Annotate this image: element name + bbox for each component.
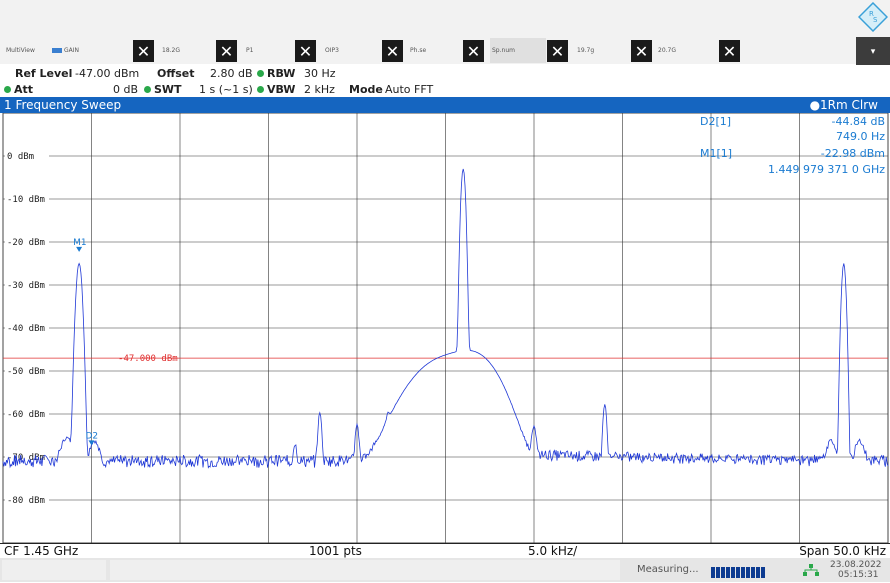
mode-label: Mode — [349, 83, 383, 96]
mode-value[interactable]: Auto FFT — [385, 83, 433, 96]
tab-spnum[interactable]: Sp.num — [490, 38, 546, 63]
rbw-label: RBW — [257, 67, 295, 80]
center-frequency[interactable]: CF 1.45 GHz — [4, 544, 78, 558]
y-tick-label: 0 dBm — [7, 152, 34, 162]
spectrum-plot[interactable]: 0 dBm -10 dBm -20 dBm -30 dBm -40 dBm -50 dBm… — [0, 113, 890, 543]
close-icon: ✕ — [136, 41, 151, 61]
vbw-value[interactable]: 2 kHz — [304, 83, 335, 96]
tab-19-7g[interactable]: 19.7g — [575, 38, 594, 63]
y-tick-label: -40 dBm — [7, 324, 45, 334]
offset-value[interactable]: 2.80 dB — [210, 67, 253, 80]
window-icon — [52, 48, 62, 53]
network-icon — [803, 564, 819, 576]
tab-label: 18.2G — [162, 47, 181, 54]
close-icon: ✕ — [219, 41, 234, 61]
marker-m1-name: M1[1] — [700, 147, 732, 160]
close-19-7g-button[interactable]: ✕ — [631, 40, 652, 62]
close-phase-button[interactable]: ✕ — [463, 40, 484, 62]
frequency-sweep-titlebar[interactable]: 1 Frequency Sweep ●1Rm Clrw — [0, 97, 890, 113]
marker-d2-label: D2 — [86, 431, 99, 441]
marker-d2-freq: 749.0 Hz — [836, 130, 885, 143]
sweep-points[interactable]: 1001 pts — [309, 544, 362, 558]
close-icon: ✕ — [634, 41, 649, 61]
tab-20-7g[interactable]: 20.7G — [656, 38, 676, 63]
tab-dropdown-button[interactable]: ▾ — [856, 37, 890, 65]
close-20-7g-button[interactable]: ✕ — [719, 40, 740, 62]
coupled-dot-icon — [257, 85, 264, 93]
display-line-label: -47.000 dBm — [118, 354, 178, 364]
per-division: 5.0 kHz/ — [528, 544, 578, 558]
close-icon: ✕ — [722, 41, 737, 61]
tab-label: 20.7G — [658, 47, 677, 54]
svg-text:S: S — [873, 16, 878, 24]
ref-level-value[interactable]: -47.00 dBm — [75, 67, 139, 80]
tab-label: P1 — [246, 47, 254, 54]
swt-label: SWT — [144, 83, 182, 96]
tab-label: OIP3 — [325, 47, 339, 54]
tab-oip3[interactable]: OIP3 — [323, 38, 339, 63]
y-tick-label: -20 dBm — [7, 238, 45, 248]
y-tick-label: -10 dBm — [7, 195, 45, 205]
top-toolbar: R S MultiView GAIN ✕ 18.2G ✕ P1 ✕ OIP3 ✕… — [0, 0, 890, 65]
measuring-status: Measuring... — [637, 564, 699, 575]
status-segment — [2, 560, 106, 580]
marker-d2-level: -44.84 dB — [832, 115, 886, 128]
close-gain-button[interactable]: ✕ — [133, 40, 154, 62]
ref-level-label: Ref Level — [15, 67, 73, 80]
att-value[interactable]: 0 dB — [113, 83, 138, 96]
marker-m1-level: -22.98 dBm — [821, 147, 885, 160]
close-icon: ✕ — [385, 41, 400, 61]
coupled-dot-icon — [4, 85, 11, 93]
marker-d2-name: D2[1] — [700, 115, 731, 128]
progress-bar — [711, 565, 767, 578]
close-icon: ✕ — [466, 41, 481, 61]
status-segment — [110, 560, 620, 580]
coupled-dot-icon — [257, 69, 264, 77]
tab-label: Ph.se — [410, 47, 427, 54]
tab-label: 19.7g — [577, 47, 595, 54]
x-axis-info-bar: CF 1.45 GHz 1001 pts 5.0 kHz/ Span 50.0 … — [0, 543, 890, 558]
close-icon: ✕ — [550, 41, 565, 61]
tab-label: Sp.num — [492, 47, 515, 54]
tab-multiview[interactable]: MultiView — [6, 38, 35, 63]
close-icon: ✕ — [298, 41, 313, 61]
close-18-2g-button[interactable]: ✕ — [216, 40, 237, 62]
y-axis-labels: 0 dBm -10 dBm -20 dBm -30 dBm -40 dBm -50 dBm… — [5, 150, 49, 506]
coupled-dot-icon — [144, 85, 151, 93]
offset-label: Offset — [157, 67, 195, 80]
rohde-schwarz-logo: R S — [858, 2, 888, 32]
trace-status: ●1Rm Clrw — [809, 98, 878, 112]
sweep-title: 1 Frequency Sweep — [4, 98, 122, 112]
att-label: Att — [4, 83, 33, 96]
span[interactable]: Span 50.0 kHz — [799, 544, 886, 558]
swt-value[interactable]: 1 s (~1 s) — [199, 83, 253, 96]
tab-label: GAIN — [64, 47, 80, 54]
tab-p1[interactable]: P1 — [244, 38, 253, 63]
marker-m1-label: M1 — [73, 238, 87, 248]
tab-label: MultiView — [6, 47, 35, 54]
marker-m1-freq: 1.449 979 371 0 GHz — [768, 163, 885, 176]
y-tick-label: -30 dBm — [7, 281, 45, 291]
rbw-value[interactable]: 30 Hz — [304, 67, 336, 80]
y-tick-label: -50 dBm — [7, 367, 45, 377]
chevron-down-icon: ▾ — [870, 45, 876, 56]
tab-phase[interactable]: Ph.se — [408, 38, 426, 63]
y-tick-label: -60 dBm — [7, 410, 45, 420]
tab-18-2g[interactable]: 18.2G — [160, 38, 180, 63]
y-tick-label: -80 dBm — [7, 496, 45, 506]
close-p1-button[interactable]: ✕ — [295, 40, 316, 62]
close-spnum-button[interactable]: ✕ — [547, 40, 568, 62]
status-date: 23.08.2022 — [830, 560, 882, 570]
status-time: 05:15:31 — [838, 570, 879, 580]
vbw-label: VBW — [257, 83, 295, 96]
tab-gain[interactable]: GAIN — [52, 38, 79, 63]
close-oip3-button[interactable]: ✕ — [382, 40, 403, 62]
